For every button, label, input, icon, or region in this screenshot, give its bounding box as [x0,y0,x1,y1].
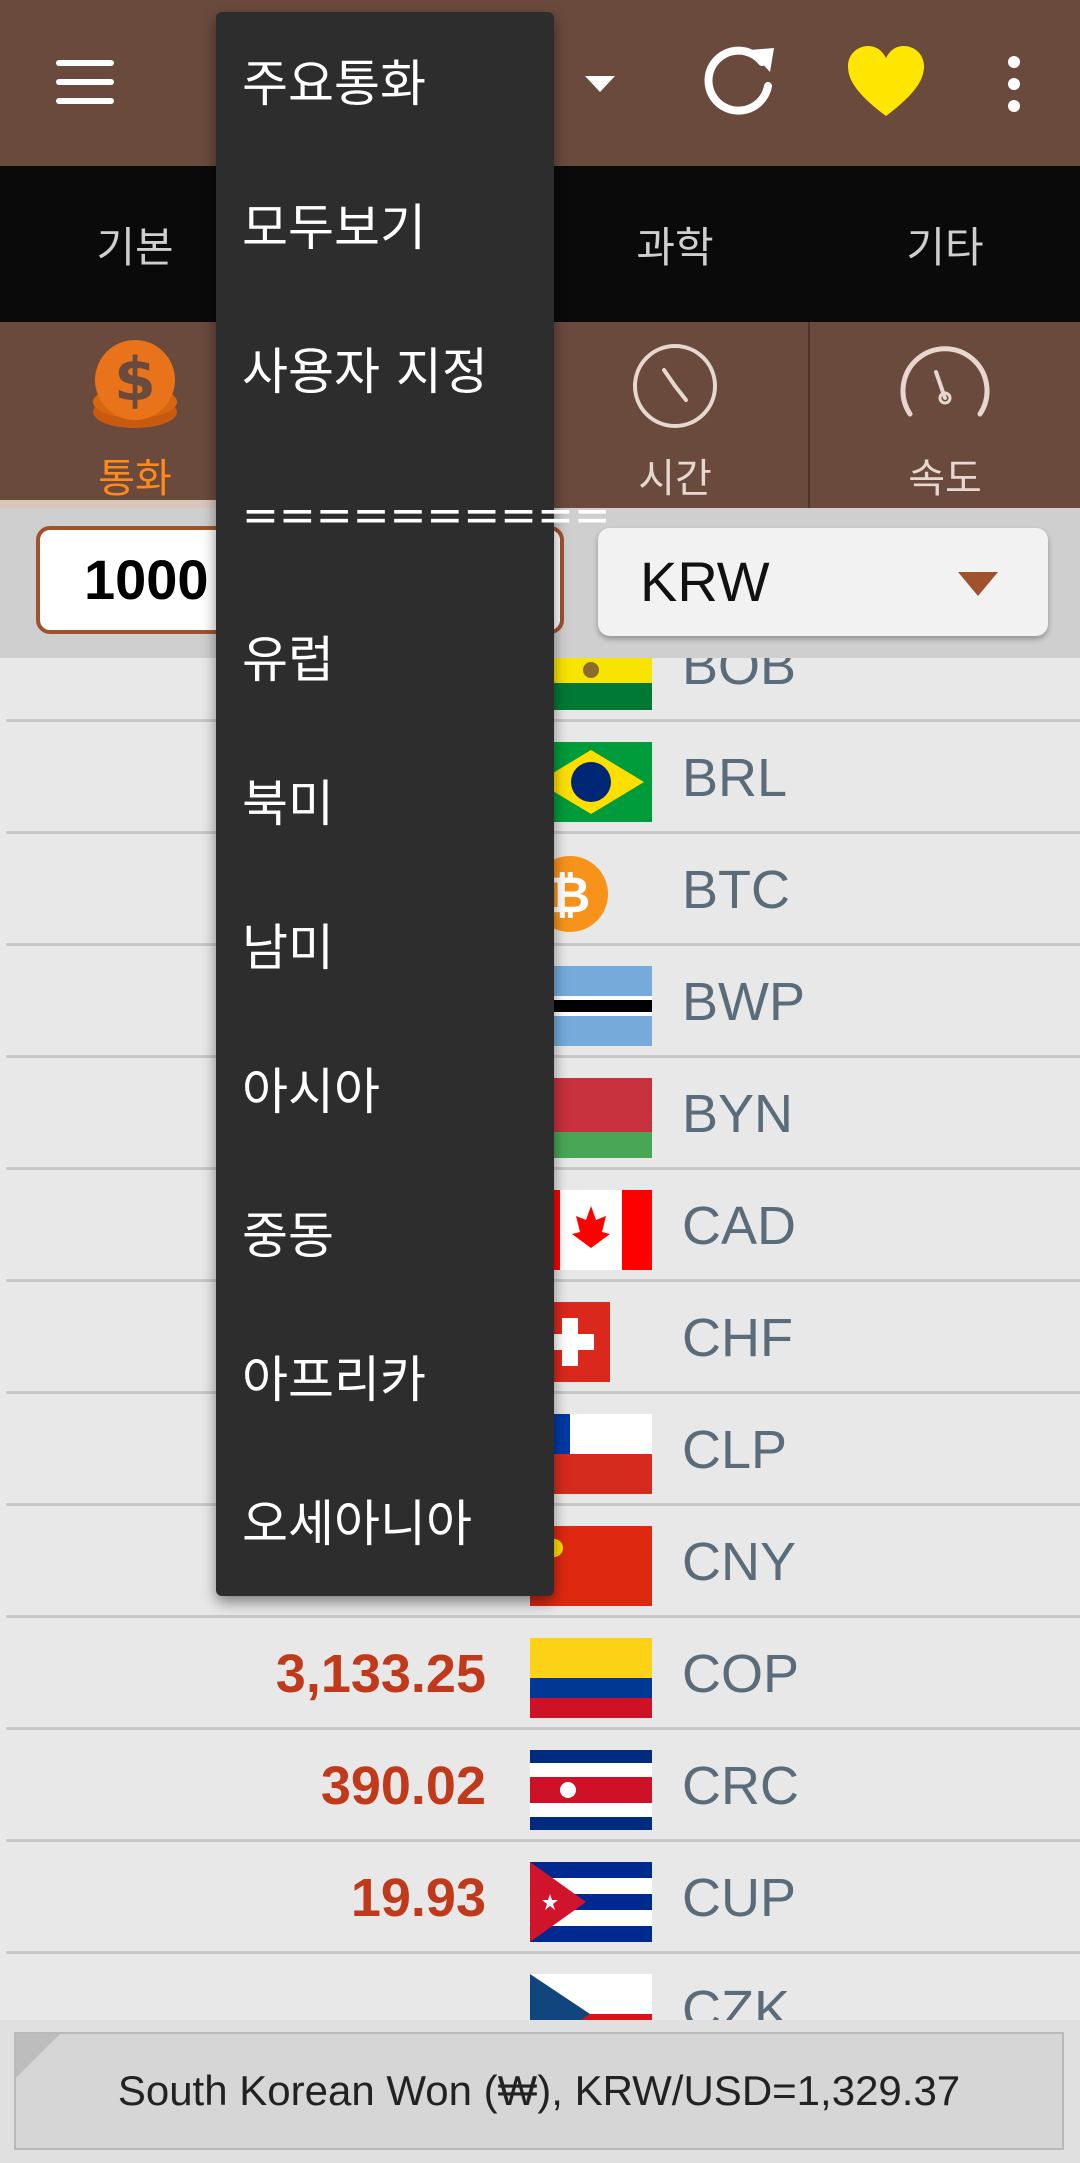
menu-item-south-america[interactable]: 남미 [242,898,542,998]
currency-code: CNY [682,1532,797,1592]
currency-select[interactable]: KRW [598,528,1048,636]
converted-value: 390.02 [320,1756,486,1816]
speedometer-icon [900,346,990,417]
menu-item-asia[interactable]: 아시아 [242,1042,542,1142]
menu-item-all[interactable]: 모두보기 [242,178,542,278]
tab-speed-label: 속도 [908,456,982,502]
tab-speed[interactable]: 속도 [810,322,1080,508]
menu-item-europe[interactable]: 유럽 [242,610,542,710]
list-item[interactable]: 19.93 CUP [6,1842,1080,1954]
menu-item-major[interactable]: 주요통화 [242,34,542,134]
tab-time[interactable]: 시간 [540,322,810,508]
flag-cop-icon [530,1638,652,1718]
currency-code: BTC [682,860,790,920]
currency-code: CAD [682,1196,797,1256]
menu-item-north-america[interactable]: 북미 [242,754,542,854]
dropdown-arrow-icon [958,572,998,596]
menu-item-custom[interactable]: 사용자 지정 [242,322,542,422]
corner-fold-icon [16,2034,60,2078]
tab-other[interactable]: 기타 [810,166,1080,322]
svg-text:$: $ [114,345,156,415]
currency-code: BYN [682,1084,794,1144]
converted-value: 3,133.25 [275,1644,486,1704]
converted-value: 19.93 [350,1868,486,1928]
list-item[interactable]: 390.02 CRC [6,1730,1080,1842]
currency-code: CLP [682,1420,788,1480]
refresh-icon[interactable] [700,40,780,120]
region-dropdown-menu: 주요통화 모두보기 사용자 지정 ========== 유럽 북미 남미 아시아… [216,12,611,1596]
tab-science[interactable]: 과학 [540,166,810,322]
flag-czk-icon [530,1974,652,2020]
currency-code: BWP [682,972,806,1032]
currency-code: BRL [682,748,788,808]
menu-separator: ========== [242,490,611,541]
currency-code: BOB [682,658,797,696]
currency-info-text: South Korean Won (₩), KRW/USD=1,329.37 [117,2067,961,2114]
currency-info-button[interactable]: South Korean Won (₩), KRW/USD=1,329.37 [14,2032,1064,2150]
list-item[interactable]: CZK [6,1954,1080,2020]
heart-icon[interactable] [846,44,926,120]
more-vert-icon[interactable] [1004,56,1024,112]
hamburger-icon[interactable] [56,60,114,104]
menu-item-africa[interactable]: 아프리카 [242,1330,542,1430]
chevron-down-icon[interactable] [585,76,615,92]
currency-code: CZK [682,1980,790,2020]
flag-crc-icon [530,1750,652,1830]
currency-select-value: KRW [640,550,770,613]
svg-text:₿: ₿ [550,866,591,924]
list-item[interactable]: 3,133.25 COP [6,1618,1080,1730]
currency-code: CHF [682,1308,793,1368]
clock-icon [633,344,717,428]
currency-code: CRC [682,1756,799,1816]
menu-item-oceania[interactable]: 오세아니아 [242,1474,542,1574]
status-bar: South Korean Won (₩), KRW/USD=1,329.37 [0,2020,1080,2163]
currency-code: COP [682,1644,800,1704]
dollar-coin-icon: $ [93,340,177,428]
currency-code: CUP [682,1868,797,1928]
menu-item-middle-east[interactable]: 중동 [242,1186,542,1286]
flag-cup-icon [530,1862,652,1942]
